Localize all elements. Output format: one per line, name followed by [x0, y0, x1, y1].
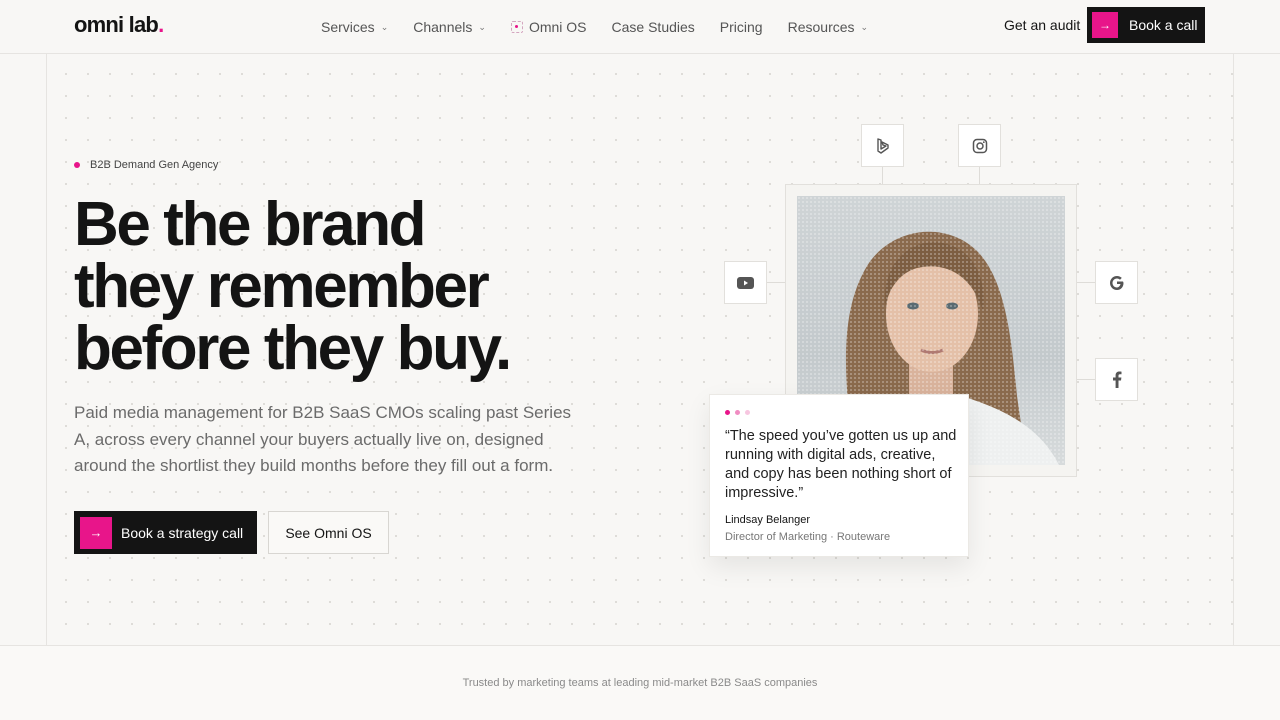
pink-dot-icon — [74, 162, 80, 168]
book-call-button[interactable]: → Book a call — [1087, 7, 1205, 43]
connector-line — [979, 166, 980, 185]
top-nav: omni lab. Services ⌄ Channels ⌄ Omni OS Ca… — [0, 0, 1280, 54]
instagram-icon-card — [958, 124, 1001, 167]
testimonial-role: Director of Marketing · Routeware — [725, 531, 891, 543]
connector-line — [1077, 379, 1095, 380]
omni-os-icon — [510, 21, 523, 33]
youtube-icon-card — [724, 261, 767, 304]
menu-item-services[interactable]: Services ⌄ — [321, 19, 388, 35]
hero-headline: Be the brand they remember before they b… — [74, 190, 512, 383]
get-audit-link[interactable]: Get an audit — [1004, 17, 1080, 33]
connector-line — [1077, 282, 1095, 283]
menu-item-channels[interactable]: Channels ⌄ — [413, 19, 486, 35]
logo[interactable]: omni lab. — [74, 12, 164, 38]
main-menu: Services ⌄ Channels ⌄ Omni OS Case Studies… — [321, 0, 893, 54]
bing-icon-card — [861, 124, 904, 167]
hero-tag: B2B Demand Gen Agency — [74, 159, 218, 171]
arrow-right-icon: → — [1092, 12, 1118, 38]
google-icon — [1109, 275, 1123, 290]
instagram-icon — [972, 138, 987, 153]
youtube-icon — [737, 276, 754, 289]
google-icon-card — [1095, 261, 1138, 304]
chevron-down-icon: ⌄ — [380, 21, 389, 32]
menu-item-omni-os[interactable]: Omni OS — [510, 19, 587, 35]
testimonial-quote: “The speed you’ve gotten us up and runni… — [725, 428, 957, 501]
testimonial-name: Lindsay Belanger — [725, 514, 811, 526]
book-strategy-call-button[interactable]: → Book a strategy call — [74, 511, 257, 554]
connector-line — [882, 166, 883, 185]
see-omni-os-button[interactable]: See Omni OS — [268, 511, 389, 554]
chevron-down-icon: ⌄ — [478, 21, 486, 32]
testimonial-card: “The speed you’ve gotten us up and runni… — [709, 394, 969, 557]
menu-item-resources[interactable]: Resources ⌄ — [788, 19, 868, 35]
trusted-text: Trusted by marketing teams at leading mi… — [462, 677, 818, 689]
frame-line-right — [1233, 0, 1234, 720]
hero-subtext: Paid media management for B2B SaaS CMOs … — [74, 403, 572, 475]
menu-item-pricing[interactable]: Pricing — [720, 19, 763, 35]
card-dots — [725, 410, 750, 415]
chevron-down-icon: ⌄ — [860, 21, 869, 32]
connector-line — [767, 282, 785, 283]
menu-item-case-studies[interactable]: Case Studies — [612, 19, 695, 35]
facebook-icon — [1112, 371, 1121, 388]
bing-icon — [876, 137, 889, 154]
arrow-right-icon: → — [80, 516, 112, 549]
facebook-icon-card — [1095, 358, 1138, 401]
